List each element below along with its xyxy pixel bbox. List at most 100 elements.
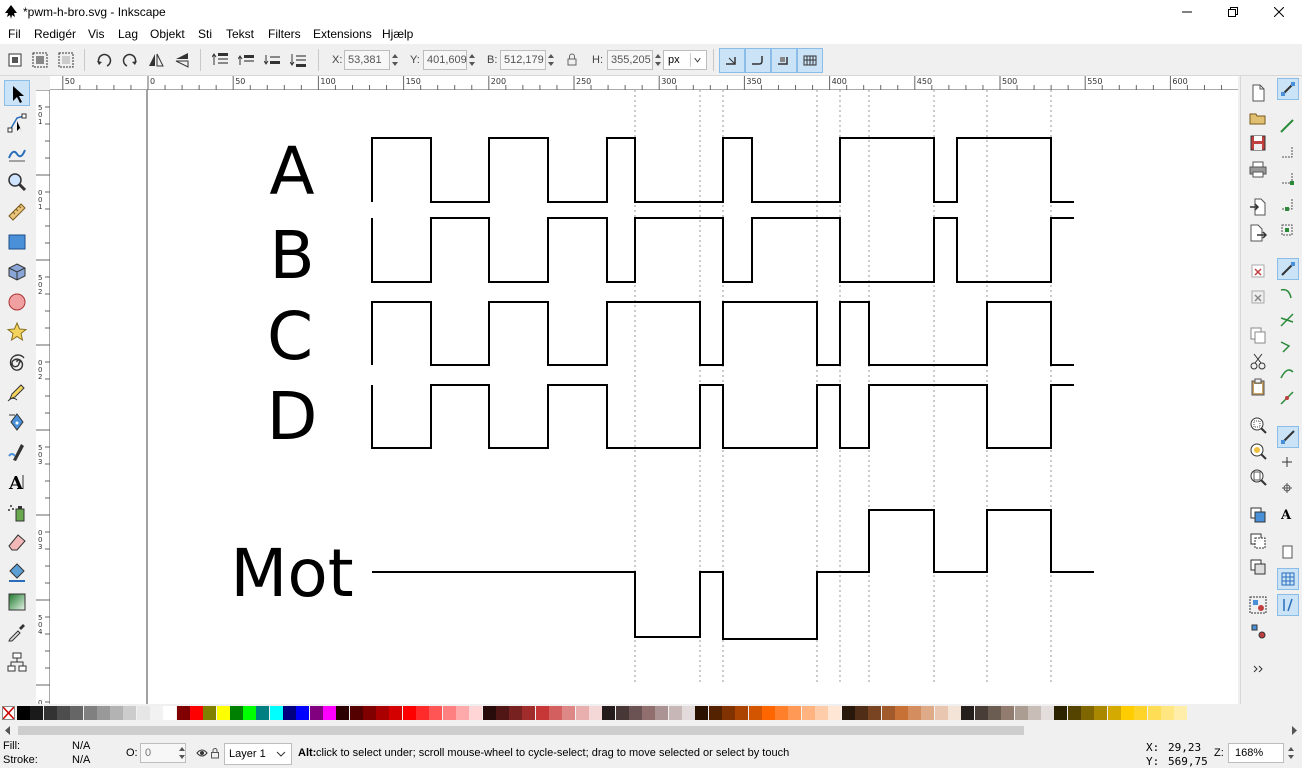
redo-icon[interactable]	[1249, 288, 1267, 306]
color-swatch[interactable]	[895, 706, 908, 720]
layer-lock-icon[interactable]	[210, 747, 220, 759]
unlink-clone-icon[interactable]	[1249, 558, 1267, 576]
duplicate-icon[interactable]	[1249, 506, 1267, 524]
snap-others-toggle[interactable]	[1277, 426, 1299, 448]
group-icon[interactable]	[1249, 596, 1267, 614]
color-swatch[interactable]	[1068, 706, 1081, 720]
color-swatch[interactable]	[589, 706, 602, 720]
zoom-page-icon[interactable]	[1249, 468, 1267, 486]
raise-icon[interactable]	[238, 51, 256, 69]
menu-edit[interactable]: Redigér	[34, 27, 76, 41]
color-swatch[interactable]	[749, 706, 762, 720]
transform-patterns-toggle[interactable]	[797, 48, 823, 73]
node-tool[interactable]	[4, 110, 30, 136]
color-swatch[interactable]	[988, 706, 1001, 720]
color-swatch[interactable]	[842, 706, 855, 720]
snap-bbox-edge-toggle[interactable]	[1277, 142, 1299, 164]
width-input[interactable]: 512,179	[500, 50, 546, 70]
color-swatch[interactable]	[695, 706, 708, 720]
star-tool[interactable]	[4, 319, 30, 345]
snap-intersection-toggle[interactable]	[1277, 310, 1299, 332]
color-swatch[interactable]	[1148, 706, 1161, 720]
chevron-down-icon[interactable]	[274, 748, 288, 760]
zoom-selection-icon[interactable]	[1249, 416, 1267, 434]
opacity-spin-arrows-icon[interactable]	[177, 743, 187, 763]
zoom-drawing-icon[interactable]	[1249, 442, 1267, 460]
color-swatch[interactable]	[163, 706, 176, 720]
minimize-button[interactable]	[1164, 0, 1210, 24]
menu-extensions[interactable]: Extensions	[313, 27, 372, 41]
connector-tool[interactable]	[4, 649, 30, 675]
select-all-icon[interactable]	[6, 51, 24, 69]
color-swatch[interactable]	[1174, 706, 1187, 720]
lock-icon[interactable]	[563, 51, 581, 69]
zoom-input[interactable]: 168%	[1228, 743, 1284, 763]
color-swatch[interactable]	[456, 706, 469, 720]
menu-filters[interactable]: Filters	[268, 27, 301, 41]
dropper-tool[interactable]	[4, 619, 30, 645]
gradient-tool[interactable]	[4, 589, 30, 615]
color-swatch[interactable]	[669, 706, 682, 720]
snap-bbox-corner-toggle[interactable]	[1277, 168, 1299, 190]
color-swatch[interactable]	[30, 706, 43, 720]
waveform-d[interactable]	[371, 384, 1074, 449]
horizontal-ruler[interactable]: 50 0 50 100 150 200 250 300 350 400 450 500 550 600	[50, 76, 1238, 90]
color-swatch[interactable]	[44, 706, 57, 720]
color-swatch[interactable]	[802, 706, 815, 720]
color-swatch[interactable]	[496, 706, 509, 720]
color-swatch[interactable]	[868, 706, 881, 720]
open-folder-icon[interactable]	[1249, 109, 1267, 127]
lower-to-bottom-icon[interactable]	[290, 51, 308, 69]
color-swatch[interactable]	[70, 706, 83, 720]
color-swatch[interactable]	[509, 706, 522, 720]
height-spin-arrows-icon[interactable]	[653, 50, 663, 70]
color-swatch[interactable]	[243, 706, 256, 720]
color-swatch[interactable]	[296, 706, 309, 720]
scroll-left-icon[interactable]	[4, 726, 12, 735]
color-swatch[interactable]	[908, 706, 921, 720]
color-swatch[interactable]	[828, 706, 841, 720]
y-spin-arrows-icon[interactable]	[467, 50, 477, 70]
color-swatch[interactable]	[416, 706, 429, 720]
select-all-layers-icon[interactable]	[31, 51, 49, 69]
waveform-b[interactable]	[371, 217, 1074, 283]
x-spin-arrows-icon[interactable]	[390, 50, 400, 70]
color-swatch[interactable]	[1094, 706, 1107, 720]
color-swatch[interactable]	[190, 706, 203, 720]
lower-icon[interactable]	[264, 51, 282, 69]
scroll-right-icon[interactable]	[1290, 726, 1298, 735]
scale-corners-toggle[interactable]	[745, 48, 771, 73]
color-swatch[interactable]	[642, 706, 655, 720]
color-swatch[interactable]	[483, 706, 496, 720]
rectangle-tool[interactable]	[4, 229, 30, 255]
waveform-mot[interactable]	[372, 509, 1094, 640]
color-swatch[interactable]	[84, 706, 97, 720]
spiral-tool[interactable]	[4, 349, 30, 375]
color-swatch[interactable]	[562, 706, 575, 720]
color-swatch[interactable]	[310, 706, 323, 720]
color-swatch[interactable]	[389, 706, 402, 720]
color-swatch[interactable]	[961, 706, 974, 720]
snap-nodes-toggle[interactable]	[1277, 258, 1299, 280]
menu-text[interactable]: Tekst	[226, 27, 254, 41]
color-swatch[interactable]	[1161, 706, 1174, 720]
vertical-ruler[interactable]: 5010015020025030035040045	[36, 89, 50, 721]
measure-tool[interactable]	[4, 199, 30, 225]
clone-icon[interactable]	[1249, 532, 1267, 550]
snap-text-baseline-toggle[interactable]: A	[1277, 504, 1299, 526]
color-swatch[interactable]	[616, 706, 629, 720]
pencil-tool[interactable]	[4, 379, 30, 405]
scrollbar-thumb[interactable]	[18, 726, 1024, 735]
maximize-button[interactable]	[1210, 0, 1256, 24]
text-tool[interactable]: A	[4, 469, 30, 495]
snap-enable-toggle[interactable]	[1277, 78, 1299, 100]
snap-path-toggle[interactable]	[1277, 284, 1299, 306]
flip-horizontal-icon[interactable]	[147, 51, 165, 69]
color-swatch[interactable]	[682, 706, 695, 720]
spray-tool[interactable]	[4, 499, 30, 525]
paste-icon[interactable]	[1249, 378, 1267, 396]
snap-smooth-toggle[interactable]	[1277, 362, 1299, 384]
snap-rotation-center-toggle[interactable]	[1277, 478, 1299, 500]
color-swatch[interactable]	[762, 706, 775, 720]
copy-icon[interactable]	[1249, 326, 1267, 344]
